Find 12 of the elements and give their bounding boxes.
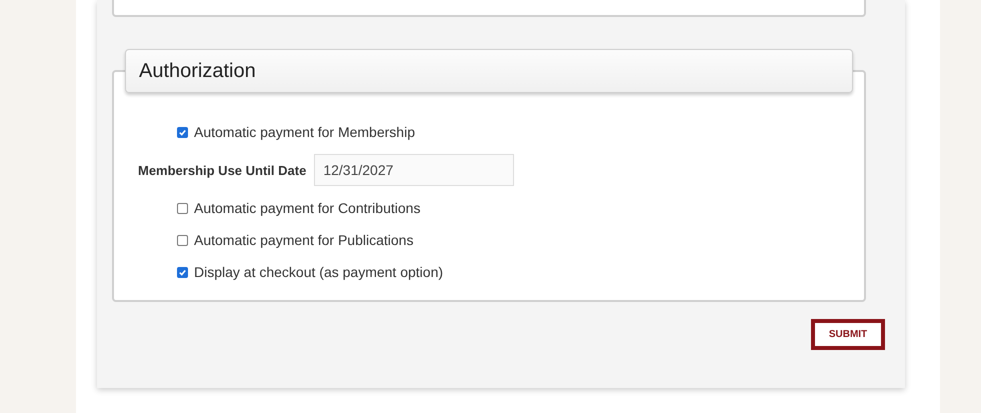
date-input-field[interactable]: 12/31/2027: [314, 154, 514, 186]
submit-button[interactable]: SUBMIT: [811, 319, 885, 350]
checkbox-label: Display at checkout (as payment option): [194, 264, 444, 280]
checkbox[interactable]: [177, 126, 188, 138]
checkbox-label: Automatic payment for Contributions: [194, 200, 420, 216]
checkbox-label: Automatic payment for Membership: [194, 124, 415, 140]
field-label: Membership Use Until Date: [138, 162, 306, 178]
checkbox[interactable]: [177, 266, 188, 278]
checkbox[interactable]: [177, 234, 188, 246]
checkbox-label: Automatic payment for Publications: [194, 232, 414, 248]
section-title: Authorization: [139, 60, 256, 82]
checkbox[interactable]: [177, 202, 188, 214]
